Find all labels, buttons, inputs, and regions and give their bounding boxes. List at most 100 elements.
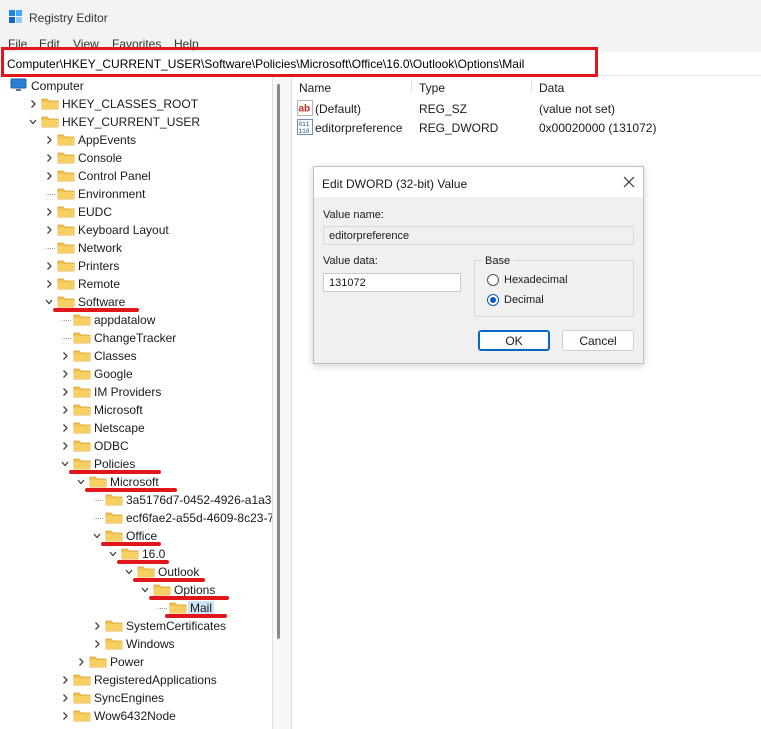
value-name-field[interactable] [323,226,634,245]
binary-value-icon: 011 110 [297,119,313,135]
hexadecimal-label[interactable]: Hexadecimal [504,274,568,286]
value-row[interactable]: 011 110 editorpreference REG_DWORD 0x000… [292,119,761,137]
chevron-right-icon[interactable] [60,423,70,433]
tree-scrollbar[interactable] [277,84,280,639]
menu-file[interactable]: File [8,37,27,51]
tree-connector [62,338,71,339]
tree-node[interactable]: RegisteredApplications [0,671,272,689]
tree-node[interactable]: Microsoft [0,473,272,492]
chevron-right-icon[interactable] [60,675,70,685]
tree-node[interactable]: 16.0 [0,545,272,564]
chevron-right-icon[interactable] [44,279,54,289]
tree-node[interactable]: Office [0,527,272,546]
tree-node[interactable]: Software [0,293,272,312]
chevron-right-icon[interactable] [60,711,70,721]
chevron-right-icon[interactable] [92,639,102,649]
chevron-right-icon[interactable] [44,207,54,217]
menu-help[interactable]: Help [174,37,199,51]
tree-node[interactable]: Policies [0,455,272,474]
chevron-right-icon[interactable] [44,225,54,235]
tree-node[interactable]: Keyboard Layout [0,221,272,239]
value-data-field[interactable] [323,273,461,292]
chevron-down-icon[interactable] [92,531,102,541]
tree-node[interactable]: HKEY_CLASSES_ROOT [0,95,272,113]
column-separator[interactable] [411,79,412,93]
menu-view[interactable]: View [73,37,99,51]
tree-node[interactable]: Environment [0,185,272,203]
decimal-label[interactable]: Decimal [504,294,544,306]
chevron-down-icon[interactable] [76,477,86,487]
tree-node[interactable]: SystemCertificates [0,617,272,635]
tree-node[interactable]: ecf6fae2-a55d-4609-8c23-738 [0,509,272,527]
tree-node[interactable]: Control Panel [0,167,272,185]
chevron-right-icon[interactable] [60,405,70,415]
hexadecimal-radio[interactable] [487,274,499,286]
tree-node[interactable]: EUDC [0,203,272,221]
chevron-right-icon[interactable] [76,657,86,667]
pane-splitter[interactable] [272,77,292,729]
chevron-right-icon[interactable] [92,621,102,631]
tree-node[interactable]: Netscape [0,419,272,437]
tree-node[interactable]: HKEY_CURRENT_USER [0,113,272,131]
column-separator[interactable] [531,79,532,93]
column-data-header[interactable]: Data [539,81,564,95]
chevron-right-icon[interactable] [60,387,70,397]
tree-node-label: RegisteredApplications [94,673,217,687]
tree-node[interactable]: IM Providers [0,383,272,401]
tree-node[interactable]: SyncEngines [0,689,272,707]
menu-edit[interactable]: Edit [39,37,60,51]
tree-node[interactable]: Network [0,239,272,257]
tree-node-label-selected: Mail [188,601,215,615]
value-row[interactable]: ab (Default) REG_SZ (value not set) [292,100,761,118]
chevron-down-icon[interactable] [44,297,54,307]
chevron-down-icon[interactable] [140,585,150,595]
tree-node[interactable]: Microsoft [0,401,272,419]
tree-node[interactable]: Windows [0,635,272,653]
string-value-icon: ab [297,100,313,116]
tree-node-label: Control Panel [78,169,151,183]
ok-button[interactable]: OK [478,330,550,351]
column-name-header[interactable]: Name [299,81,331,95]
tree-node-label: Netscape [94,421,145,435]
tree-node[interactable]: AppEvents [0,131,272,149]
chevron-right-icon[interactable] [28,99,38,109]
chevron-right-icon[interactable] [60,351,70,361]
chevron-right-icon[interactable] [44,171,54,181]
tree-node[interactable]: Wow6432Node [0,707,272,725]
address-path[interactable]: Computer\HKEY_CURRENT_USER\Software\Poli… [7,57,524,71]
tree-node[interactable]: Power [0,653,272,671]
tree-node[interactable]: ODBC [0,437,272,455]
chevron-right-icon[interactable] [60,693,70,703]
menu-favorites[interactable]: Favorites [112,37,161,51]
chevron-right-icon[interactable] [60,441,70,451]
close-icon[interactable] [621,174,637,190]
tree-node[interactable]: Computer [0,77,272,95]
tree-node[interactable]: Remote [0,275,272,293]
tree-node[interactable]: appdatalow [0,311,272,329]
address-bar[interactable]: Computer\HKEY_CURRENT_USER\Software\Poli… [0,52,761,76]
chevron-right-icon[interactable] [44,261,54,271]
menu-bar: File Edit View Favorites Help [0,36,761,52]
chevron-right-icon[interactable] [44,153,54,163]
chevron-right-icon[interactable] [44,135,54,145]
tree-node[interactable]: 3a5176d7-0452-4926-a1a3-4e6 [0,491,272,509]
chevron-down-icon[interactable] [60,459,70,469]
chevron-down-icon[interactable] [108,549,118,559]
tree-node[interactable]: ChangeTracker [0,329,272,347]
column-type-header[interactable]: Type [419,81,445,95]
value-type: REG_SZ [419,102,468,116]
tree-node[interactable]: Printers [0,257,272,275]
tree-node[interactable]: Classes [0,347,272,365]
tree-node[interactable]: Console [0,149,272,167]
computer-icon [10,78,27,91]
tree-node[interactable]: Mail [0,599,272,618]
tree-node[interactable]: Google [0,365,272,383]
decimal-radio[interactable] [487,294,499,306]
key-tree[interactable]: Computer HKEY_CLASSES_ROOT HKEY_CURRENT_US… [0,77,272,729]
cancel-button[interactable]: Cancel [562,330,634,351]
tree-node[interactable]: Outlook [0,563,272,582]
chevron-down-icon[interactable] [28,117,38,127]
tree-node[interactable]: Options [0,581,272,600]
chevron-right-icon[interactable] [60,369,70,379]
chevron-down-icon[interactable] [124,567,134,577]
